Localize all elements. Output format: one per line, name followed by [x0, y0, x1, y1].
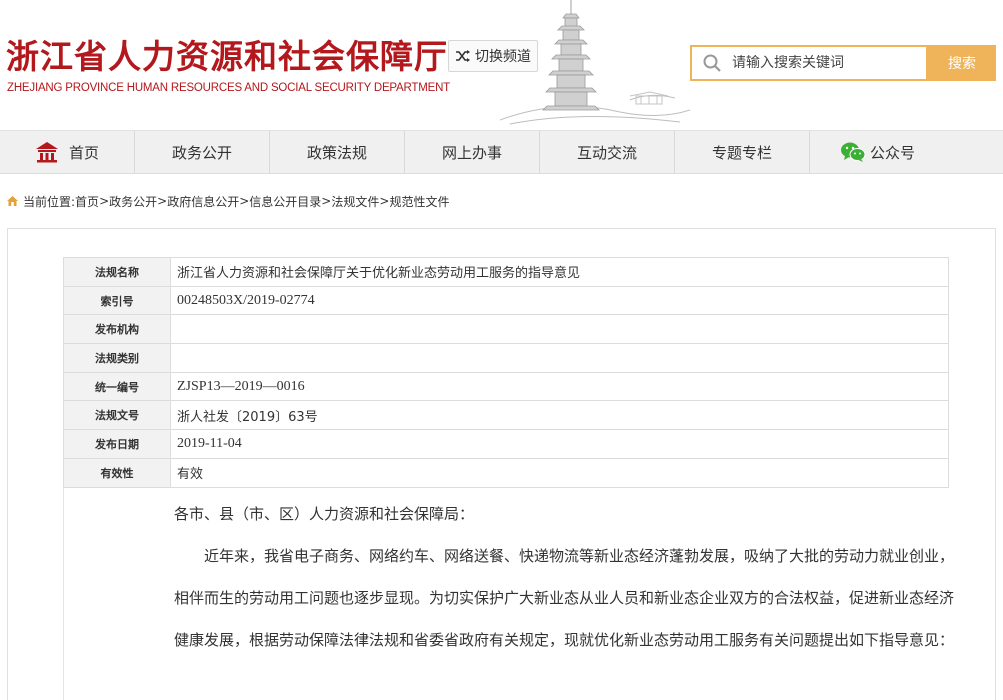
article-salutation: 各市、县（市、区）人力资源和社会保障局： — [174, 505, 475, 523]
home-icon — [35, 141, 59, 163]
breadcrumb-link-normative-docs[interactable]: 规范性文件 — [389, 193, 449, 210]
nav-item-government-affairs[interactable]: 政务公开 — [135, 131, 270, 173]
breadcrumb-link-home[interactable]: 首页 — [75, 193, 99, 210]
breadcrumb: 当前位置: 首页 > 政务公开 > 政府信息公开 > 信息公开目录 > 法规文件… — [6, 193, 449, 209]
table-row: 法规类别 — [63, 343, 949, 373]
meta-value-validity: 有效 — [170, 457, 949, 488]
search-button[interactable]: 搜索 — [928, 45, 996, 81]
meta-value-publish-date: 2019-11-04 — [170, 429, 949, 459]
breadcrumb-link-regulations[interactable]: 法规文件 — [331, 193, 379, 210]
table-row: 有效性 有效 — [63, 457, 949, 488]
nav-label-home: 首页 — [68, 143, 99, 162]
shuffle-icon — [456, 50, 470, 62]
table-row: 索引号 00248503X/2019-02774 — [63, 285, 949, 316]
breadcrumb-link-gov-info[interactable]: 政府信息公开 — [167, 193, 239, 210]
location-home-icon — [6, 195, 19, 207]
main-nav: 首页 政务公开 政策法规 网上办事 互动交流 专题专栏 公众号 — [0, 130, 1003, 174]
site-logo-subtitle: ZHEJIANG PROVINCE HUMAN RESOURCES AND SO… — [7, 82, 451, 94]
document-meta-table: 法规名称 浙江省人力资源和社会保障厅关于优化新业态劳动用工服务的指导意见 索引号… — [63, 257, 949, 488]
breadcrumb-separator: > — [99, 194, 110, 208]
breadcrumb-link-info-catalog[interactable]: 信息公开目录 — [249, 193, 321, 210]
article-paragraph: 近年来，我省电子商务、网络约车、网络送餐、快递物流等新业态经济蓬勃发展，吸纳了大… — [174, 547, 955, 649]
meta-key: 发布日期 — [63, 429, 171, 459]
meta-value-doc-number: 浙人社发〔2019〕63号 — [170, 400, 949, 431]
breadcrumb-separator: > — [321, 194, 332, 208]
nav-label-wechat: 公众号 — [869, 143, 915, 162]
search-icon — [692, 53, 732, 73]
breadcrumb-link-gov-affairs[interactable]: 政务公开 — [109, 193, 157, 210]
breadcrumb-separator: > — [157, 194, 168, 208]
nav-item-home[interactable]: 首页 — [0, 131, 135, 173]
meta-key: 法规文号 — [63, 400, 171, 431]
breadcrumb-prefix: 当前位置: — [23, 194, 76, 209]
nav-item-interaction[interactable]: 互动交流 — [540, 131, 675, 173]
nav-item-policies[interactable]: 政策法规 — [270, 131, 405, 173]
table-row: 统一编号 ZJSP13—2019—0016 — [63, 371, 949, 402]
article-body: 各市、县（市、区）人力资源和社会保障局： 近年来，我省电子商务、网络约车、网络送… — [174, 499, 954, 661]
meta-key: 法规名称 — [63, 257, 171, 287]
nav-item-online-services[interactable]: 网上办事 — [405, 131, 540, 173]
search-box — [690, 45, 928, 81]
meta-value-title: 浙江省人力资源和社会保障厅关于优化新业态劳动用工服务的指导意见 — [170, 257, 949, 287]
table-row: 法规文号 浙人社发〔2019〕63号 — [63, 400, 949, 431]
meta-key: 索引号 — [63, 285, 171, 316]
meta-key: 法规类别 — [63, 343, 171, 373]
meta-key: 统一编号 — [63, 371, 171, 402]
meta-key: 有效性 — [63, 457, 171, 488]
meta-value-index: 00248503X/2019-02774 — [170, 285, 949, 316]
article-container: 法规名称 浙江省人力资源和社会保障厅关于优化新业态劳动用工服务的指导意见 索引号… — [7, 228, 996, 700]
table-row: 发布日期 2019-11-04 — [63, 429, 949, 459]
meta-value-publisher — [170, 314, 949, 345]
table-row: 发布机构 — [63, 314, 949, 345]
nav-item-wechat[interactable]: 公众号 — [810, 131, 945, 173]
breadcrumb-separator: > — [379, 194, 390, 208]
meta-value-unified-number: ZJSP13—2019—0016 — [170, 371, 949, 402]
meta-key: 发布机构 — [63, 314, 171, 345]
site-header: 浙江省人力资源和社会保障厅 ZHEJIANG PROVINCE HUMAN RE… — [0, 0, 1003, 130]
meta-value-category — [170, 343, 949, 373]
wechat-icon — [840, 141, 866, 163]
table-row: 法规名称 浙江省人力资源和社会保障厅关于优化新业态劳动用工服务的指导意见 — [63, 257, 949, 287]
site-logo-title[interactable]: 浙江省人力资源和社会保障厅 — [6, 30, 448, 78]
pagoda-illustration — [500, 0, 690, 125]
search-input[interactable] — [732, 55, 922, 71]
nav-item-special-topics[interactable]: 专题专栏 — [675, 131, 810, 173]
content-left-border — [63, 487, 64, 700]
breadcrumb-separator: > — [239, 194, 250, 208]
